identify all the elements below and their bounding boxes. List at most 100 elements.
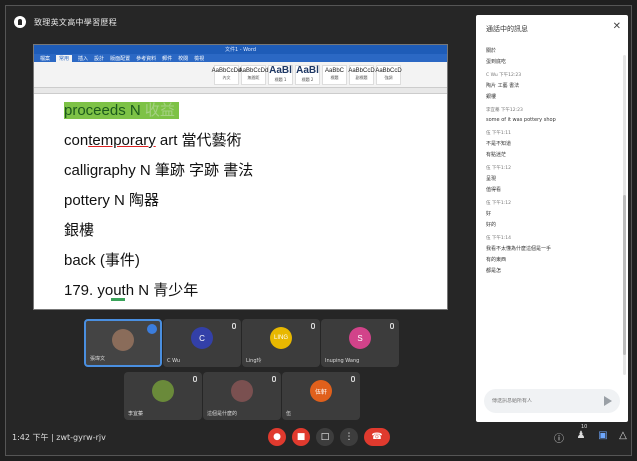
camera-toggle-button[interactable]: ■ bbox=[292, 428, 310, 446]
style-name: 強調 bbox=[384, 75, 393, 80]
chat-message-sender: 伍 下午1:12 bbox=[486, 201, 512, 206]
speaking-icon bbox=[147, 324, 157, 334]
participant-tile[interactable]: 張瑋文 bbox=[84, 319, 162, 367]
avatar: C bbox=[191, 327, 213, 349]
window-title: 致理英文高中學習歷程 bbox=[34, 17, 117, 27]
avatar bbox=[152, 380, 174, 402]
avatar bbox=[112, 329, 134, 351]
mic-muted-icon bbox=[311, 323, 315, 329]
doc-line: back (事件) bbox=[64, 252, 140, 269]
style-emphasis: AaBbCcD 強調 bbox=[375, 64, 402, 85]
chat-messages: 關於 蛋到底吃 C Wu 下午12:23 陶片 工藝 書法 銀樓 李宜蓁 下午1… bbox=[486, 43, 616, 274]
chat-message-text: 都是怎 bbox=[486, 268, 502, 274]
chat-message-text: 好 bbox=[486, 211, 492, 217]
doc-line: 179. youth N 青少年 bbox=[64, 282, 199, 299]
meeting-time-code: 1:42 下午 | zwt-gyrw-rjv bbox=[12, 433, 106, 442]
chat-message-text: 蛋到底吃 bbox=[486, 59, 507, 65]
style-normal: AaBbCcDd 內文 bbox=[212, 64, 241, 85]
participant-tile[interactable]: C C Wu bbox=[163, 319, 241, 367]
doc-word-prefix: con bbox=[64, 132, 89, 149]
style-subtitle: AaBbCcD 副標題 bbox=[348, 64, 375, 85]
present-button[interactable]: □ bbox=[316, 428, 334, 446]
style-name: 無間距 bbox=[247, 75, 260, 80]
chat-icon[interactable]: ▣ bbox=[596, 430, 610, 444]
chat-message-sender: C Wu 下午12:23 bbox=[486, 73, 522, 78]
doc-line: 銀樓 bbox=[64, 222, 95, 239]
participant-name: C Wu bbox=[167, 358, 181, 364]
participant-name: Inuping Wang bbox=[325, 358, 360, 364]
mic-muted-icon bbox=[272, 376, 276, 382]
ribbon-tab: 檔案 bbox=[40, 55, 51, 62]
chat-input[interactable] bbox=[492, 398, 602, 404]
highlighted-text: proceeds N 收益 bbox=[64, 102, 179, 119]
chat-message-text: some of it was pottery shop bbox=[486, 117, 556, 123]
doc-word-underlined: temporary bbox=[88, 132, 156, 149]
ribbon-tabs: 檔案 常用 插入 設計 版面配置 參考資料 郵件 校閱 檢視 bbox=[34, 54, 447, 62]
chat-message-text: 不是不知道 bbox=[486, 141, 512, 147]
avatar bbox=[231, 380, 253, 402]
chat-title: 通話中的訊息 bbox=[486, 25, 528, 33]
style-sample: AaBbCcD bbox=[375, 68, 402, 74]
ribbon-tab: 郵件 bbox=[162, 55, 173, 62]
ribbon-tab: 常用 bbox=[56, 54, 73, 62]
chat-message-text: 銀樓 bbox=[486, 94, 497, 100]
doc-line: proceeds N 收益 bbox=[64, 96, 447, 126]
people-icon[interactable]: ♟ bbox=[574, 430, 588, 444]
style-no-spacing: AaBbCcDd 無間距 bbox=[239, 64, 268, 85]
participant-tile[interactable]: 李宜蓁 bbox=[124, 372, 202, 420]
ribbon-tab: 設計 bbox=[94, 55, 105, 62]
ribbon-tab: 插入 bbox=[78, 55, 89, 62]
avatar: LING bbox=[270, 327, 292, 349]
doc-word-rest: art 當代藝術 bbox=[155, 132, 242, 149]
word-title: 文件1 - Word bbox=[224, 47, 257, 53]
chat-scrollbar[interactable] bbox=[623, 55, 626, 375]
participant-tile[interactable]: 這個是什麼的 bbox=[203, 372, 281, 420]
chat-message-text: 有點迷茫 bbox=[486, 152, 507, 158]
info-icon[interactable]: ⓘ bbox=[552, 430, 566, 445]
avatar: S bbox=[349, 327, 371, 349]
doc-line: calligraphy N 筆跡 字跡 書法 bbox=[64, 162, 254, 179]
top-bar: 致理英文高中學習歷程 bbox=[14, 10, 454, 34]
mic-muted-icon bbox=[351, 376, 355, 382]
style-name: 標題 1 bbox=[274, 77, 287, 82]
style-sample: AaBbCcD bbox=[348, 68, 375, 74]
participant-name: 張瑋文 bbox=[90, 356, 106, 362]
style-name: 內文 bbox=[222, 75, 231, 80]
bottom-bar: 1:42 下午 | zwt-gyrw-rjv ● ■ □ ⋮ ☎ ⓘ ♟ 10 … bbox=[12, 424, 632, 450]
style-name: 副標題 bbox=[355, 75, 368, 80]
activities-icon[interactable]: △ bbox=[616, 430, 630, 444]
highlight-faint: 收益 bbox=[144, 102, 175, 119]
close-icon[interactable]: ✕ bbox=[613, 21, 621, 32]
chat-message-text: 呈現 bbox=[486, 176, 497, 182]
send-icon[interactable] bbox=[604, 396, 612, 406]
chat-message-text: 關於 bbox=[486, 48, 497, 54]
scrollbar-thumb[interactable] bbox=[623, 195, 626, 355]
style-name: 標題 bbox=[330, 75, 339, 80]
participant-tile[interactable]: 伍軒 伍 bbox=[282, 372, 360, 420]
chat-message-text: 值得看 bbox=[486, 187, 502, 193]
style-sample: AaBl bbox=[296, 65, 319, 76]
style-sample: AaBl bbox=[269, 65, 292, 76]
chat-message-sender: 伍 下午1:11 bbox=[486, 131, 512, 136]
participant-tile[interactable]: LING Ling玲 bbox=[242, 319, 320, 367]
doc-line: pottery N 陶器 bbox=[64, 192, 160, 209]
style-heading-1: AaBl 標題 1 bbox=[268, 64, 293, 85]
document-body: proceeds N 收益 contemporary art 當代藝術 call… bbox=[34, 96, 447, 309]
style-heading-2: AaBl 標題 2 bbox=[295, 64, 320, 85]
chat-message-sender: 伍 下午1:12 bbox=[486, 166, 512, 171]
participant-tile[interactable]: S Inuping Wang bbox=[321, 319, 399, 367]
more-options-button[interactable]: ⋮ bbox=[340, 428, 358, 446]
ribbon-tab: 版面配置 bbox=[110, 55, 131, 62]
chat-message-sender: 李宜蓁 下午12:23 bbox=[486, 108, 523, 113]
hang-up-button[interactable]: ☎ bbox=[364, 428, 390, 446]
mic-muted-icon bbox=[232, 323, 236, 329]
chat-message-text: 有的東西 bbox=[486, 257, 507, 263]
mic-toggle-button[interactable]: ● bbox=[268, 428, 286, 446]
chat-message-text: 我看不太懂為什麼這個是一手 bbox=[486, 246, 552, 252]
participant-name: 這個是什麼的 bbox=[207, 411, 238, 417]
mic-muted-icon bbox=[193, 376, 197, 382]
ribbon-tab: 檢視 bbox=[194, 55, 205, 62]
presenter-icon bbox=[14, 16, 26, 28]
chat-input-box[interactable] bbox=[484, 389, 620, 413]
word-title-bar: 文件1 - Word bbox=[34, 45, 447, 54]
